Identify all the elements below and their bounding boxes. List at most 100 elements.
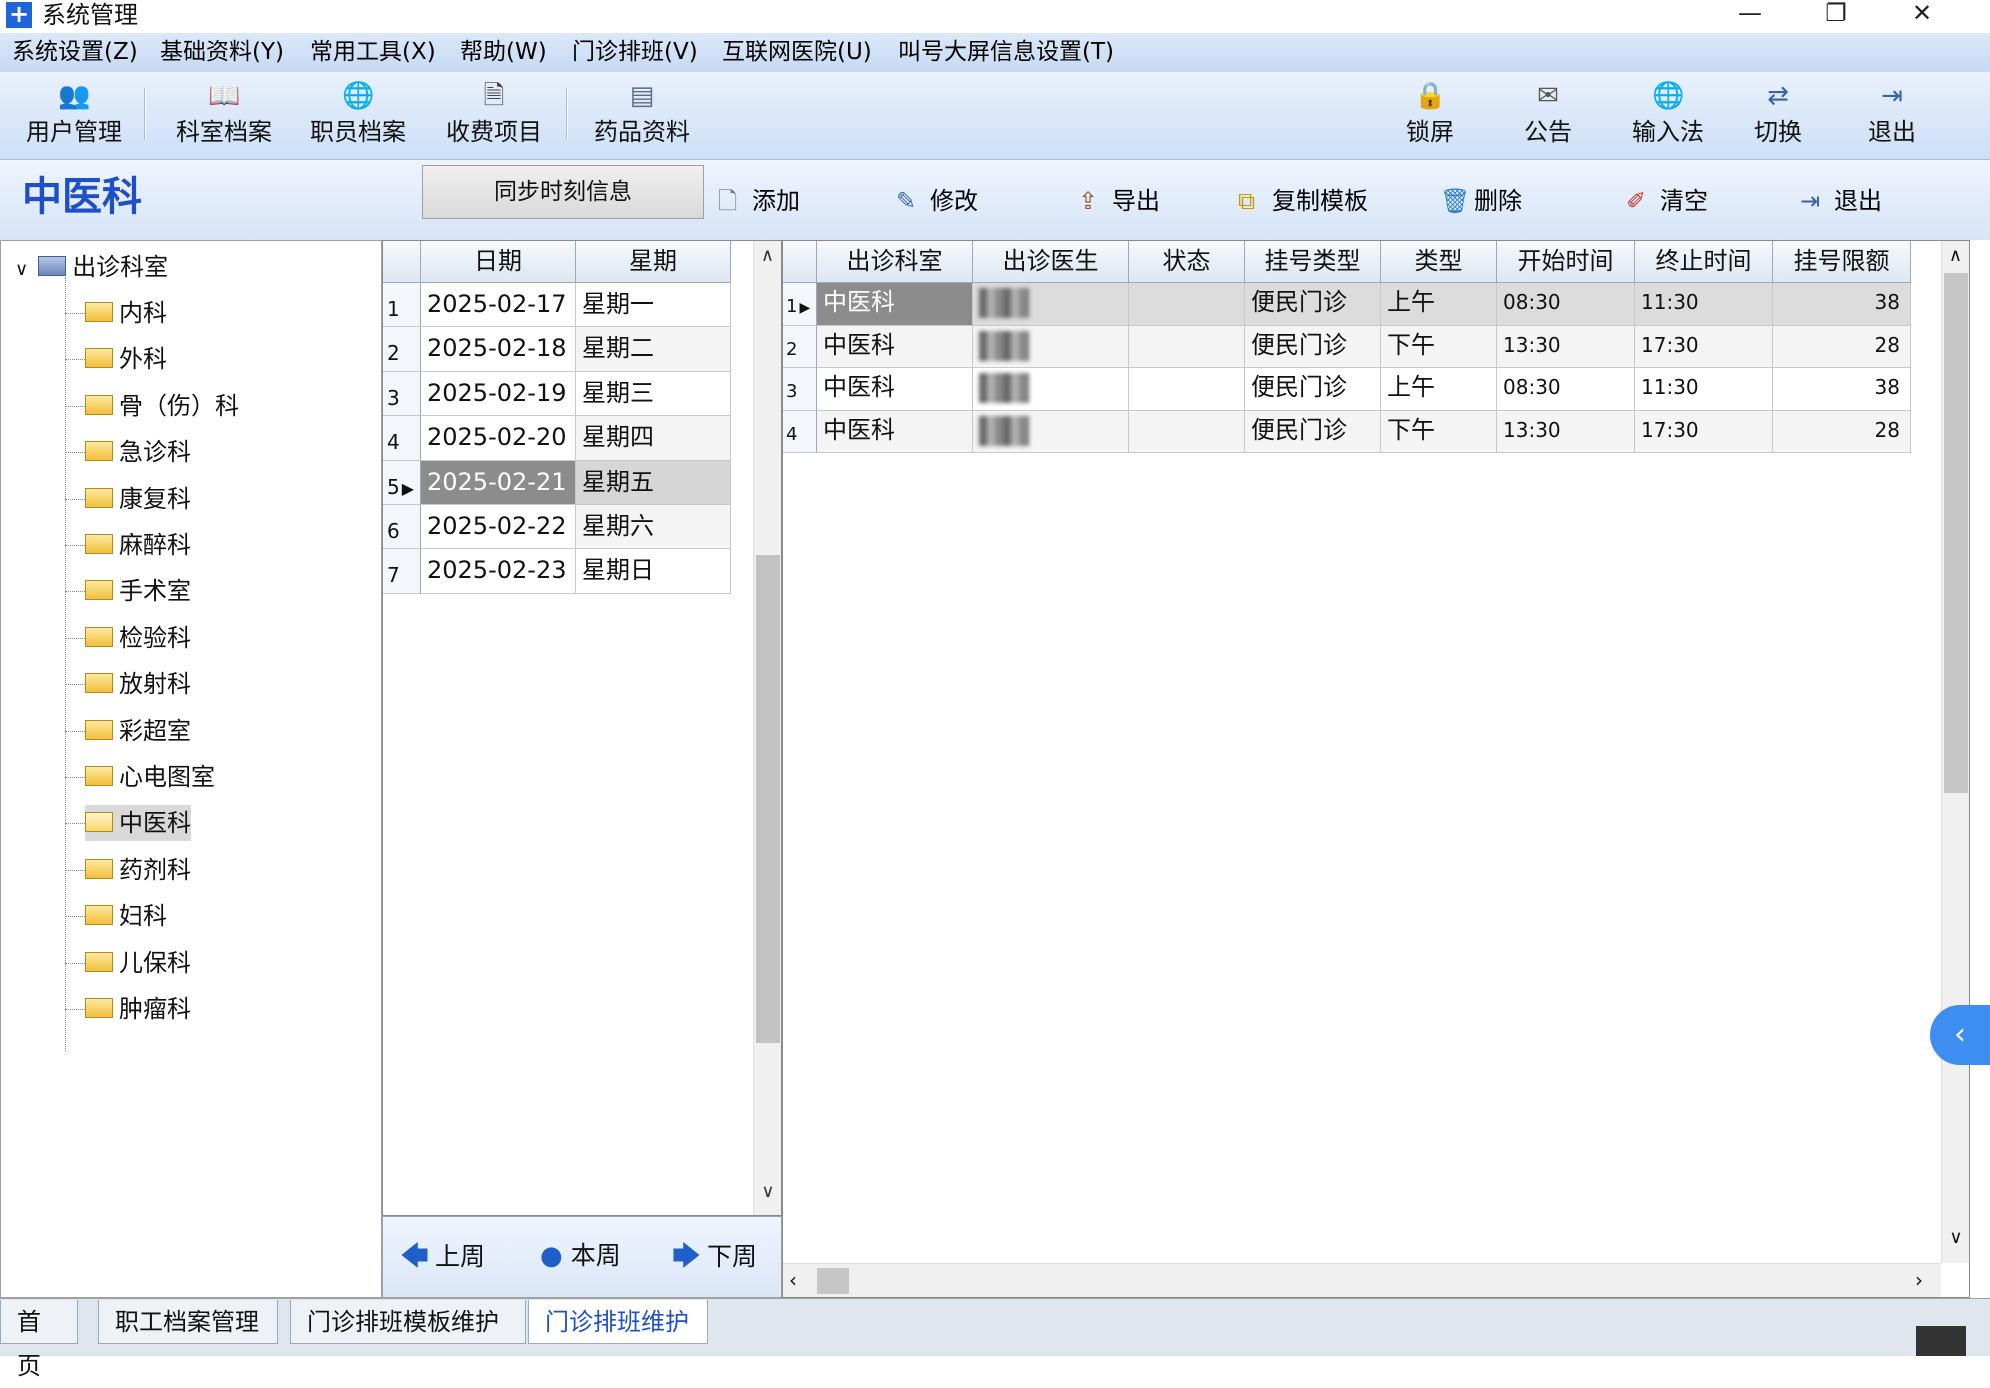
start-time-cell[interactable]: 08:30 — [1497, 368, 1635, 411]
date-cell[interactable]: 2025-02-19 — [421, 371, 576, 417]
type-cell[interactable]: 上午 — [1381, 283, 1497, 326]
registration-type-cell[interactable]: 便民门诊 — [1245, 410, 1381, 453]
row-header[interactable]: 4 — [783, 410, 817, 453]
type-header[interactable]: 类型 — [1381, 241, 1497, 283]
date-cell[interactable]: 2025-02-20 — [421, 416, 576, 461]
scroll-thumb[interactable] — [817, 1268, 849, 1294]
input-method-button[interactable]: 🌐 输入法 — [1618, 76, 1718, 156]
date-cell[interactable]: 2025-02-23 — [421, 549, 576, 594]
menu-outpatient-schedule[interactable]: 门诊排班(V) — [572, 37, 698, 67]
menu-internet-hospital[interactable]: 互联网医院(U) — [722, 37, 872, 67]
notice-button[interactable]: ✉ 公告 — [1508, 76, 1588, 156]
switch-button[interactable]: ⇄ 切换 — [1738, 76, 1818, 156]
department-header[interactable]: 出诊科室 — [817, 241, 973, 283]
start-time-cell[interactable]: 13:30 — [1497, 410, 1635, 453]
doctor-cell[interactable] — [973, 410, 1129, 453]
registration-limit-header[interactable]: 挂号限额 — [1773, 241, 1911, 283]
type-cell[interactable]: 下午 — [1381, 410, 1497, 453]
row-header[interactable]: 3 — [783, 368, 817, 411]
scroll-up-icon[interactable]: ∧ — [1942, 241, 1969, 271]
tab-schedule-maintenance[interactable]: 门诊排班维护 — [528, 1300, 708, 1344]
user-management-button[interactable]: 👥 用户管理 — [18, 76, 130, 156]
tree-item[interactable]: 肿瘤科 — [85, 991, 191, 1027]
row-header[interactable]: 2 — [783, 325, 817, 368]
registration-type-header[interactable]: 挂号类型 — [1245, 241, 1381, 283]
weekday-cell[interactable]: 星期日 — [576, 549, 731, 594]
tree-item[interactable]: 骨（伤）科 — [85, 388, 239, 424]
weekday-header[interactable]: 星期 — [576, 241, 731, 283]
date-header[interactable]: 日期 — [421, 241, 576, 283]
department-files-button[interactable]: 📖 科室档案 — [168, 76, 280, 156]
status-cell[interactable] — [1129, 325, 1245, 368]
schedule-horizontal-scrollbar[interactable]: ‹ › — [783, 1263, 1941, 1297]
department-cell[interactable]: 中医科 — [817, 410, 973, 453]
end-time-cell[interactable]: 17:30 — [1635, 325, 1773, 368]
tree-item[interactable]: 心电图室 — [85, 759, 215, 795]
registration-limit-cell[interactable]: 38 — [1773, 368, 1911, 411]
export-button[interactable]: ⇪ 导出 — [1078, 182, 1160, 220]
end-time-cell[interactable]: 17:30 — [1635, 410, 1773, 453]
registration-type-cell[interactable]: 便民门诊 — [1245, 283, 1381, 326]
menu-call-screen-settings[interactable]: 叫号大屏信息设置(T) — [898, 37, 1114, 67]
staff-files-button[interactable]: 🌐 职员档案 — [302, 76, 414, 156]
tree-root[interactable]: ∨ 出诊科室 — [15, 249, 168, 288]
tree-item[interactable]: 儿保科 — [85, 945, 191, 981]
status-cell[interactable] — [1129, 368, 1245, 411]
tree-item[interactable]: 内科 — [85, 295, 167, 331]
doctor-cell[interactable] — [973, 325, 1129, 368]
schedule-vertical-scrollbar[interactable]: ∧ ∨ — [1941, 241, 1969, 1263]
row-header[interactable]: 6 — [383, 505, 421, 550]
registration-type-cell[interactable]: 便民门诊 — [1245, 325, 1381, 368]
row-header[interactable]: 3 — [383, 371, 421, 417]
department-cell[interactable]: 中医科 — [817, 325, 973, 368]
restore-button[interactable]: ❐ — [1806, 0, 1866, 33]
registration-type-cell[interactable]: 便民门诊 — [1245, 368, 1381, 411]
copy-template-button[interactable]: ⧉ 复制模板 — [1238, 182, 1368, 220]
tree-item[interactable]: 外科 — [85, 341, 167, 377]
date-cell[interactable]: 2025-02-17 — [421, 283, 576, 328]
menu-basic-data[interactable]: 基础资料(Y) — [160, 37, 284, 67]
weekday-cell[interactable]: 星期一 — [576, 283, 731, 328]
end-time-cell[interactable]: 11:30 — [1635, 283, 1773, 326]
start-time-header[interactable]: 开始时间 — [1497, 241, 1635, 283]
minimize-button[interactable]: — — [1720, 0, 1780, 33]
row-header[interactable]: 2 — [383, 327, 421, 372]
weekday-cell[interactable]: 星期六 — [576, 505, 731, 550]
tree-item[interactable]: 麻醉科 — [85, 527, 191, 563]
row-header[interactable]: 1 — [383, 283, 421, 328]
status-cell[interactable] — [1129, 410, 1245, 453]
registration-limit-cell[interactable]: 28 — [1773, 325, 1911, 368]
date-cell[interactable]: 2025-02-21 — [421, 460, 576, 505]
tree-item[interactable]: 药剂科 — [85, 852, 191, 888]
tab-home[interactable]: 首页 — [0, 1300, 78, 1380]
row-header[interactable]: 5 ▶ — [383, 460, 421, 505]
row-header[interactable]: 1 ▶ — [783, 283, 817, 326]
exit-button[interactable]: ⇥ 退出 — [1852, 76, 1932, 156]
exit-action-button[interactable]: ⇥ 退出 — [1800, 182, 1882, 220]
drug-data-button[interactable]: ▤ 药品资料 — [586, 76, 698, 156]
date-cell[interactable]: 2025-02-18 — [421, 327, 576, 372]
scroll-down-icon[interactable]: ∨ — [1942, 1227, 1970, 1248]
scroll-right-icon[interactable]: › — [1915, 1268, 1923, 1292]
date-cell[interactable]: 2025-02-22 — [421, 505, 576, 550]
weekday-cell[interactable]: 星期四 — [576, 416, 731, 461]
tree-item[interactable]: 妇科 — [85, 898, 167, 934]
tree-item[interactable]: 放射科 — [85, 666, 191, 702]
week-scrollbar[interactable]: ∧ ∨ — [753, 241, 781, 1215]
scroll-thumb[interactable] — [756, 555, 780, 1043]
lock-screen-button[interactable]: 🔒 锁屏 — [1390, 76, 1470, 156]
tree-item[interactable]: 检验科 — [85, 620, 191, 656]
row-header[interactable]: 4 — [383, 416, 421, 461]
menu-system-settings[interactable]: 系统设置(Z) — [12, 37, 138, 67]
clear-button[interactable]: ✐ 清空 — [1626, 182, 1708, 220]
delete-button[interactable]: 🗑 删除 — [1440, 182, 1522, 220]
next-week-button[interactable]: 🡆 下周 — [672, 1238, 757, 1275]
this-week-button[interactable]: ● 本周 — [540, 1238, 621, 1274]
menu-common-tools[interactable]: 常用工具(X) — [310, 37, 436, 67]
start-time-cell[interactable]: 13:30 — [1497, 325, 1635, 368]
doctor-cell[interactable] — [973, 368, 1129, 411]
department-cell[interactable]: 中医科 — [817, 368, 973, 411]
charge-items-button[interactable]: 🗎 收费项目 — [438, 76, 550, 156]
tab-staff-files[interactable]: 职工档案管理 — [98, 1300, 278, 1344]
close-button[interactable]: ✕ — [1892, 0, 1952, 33]
